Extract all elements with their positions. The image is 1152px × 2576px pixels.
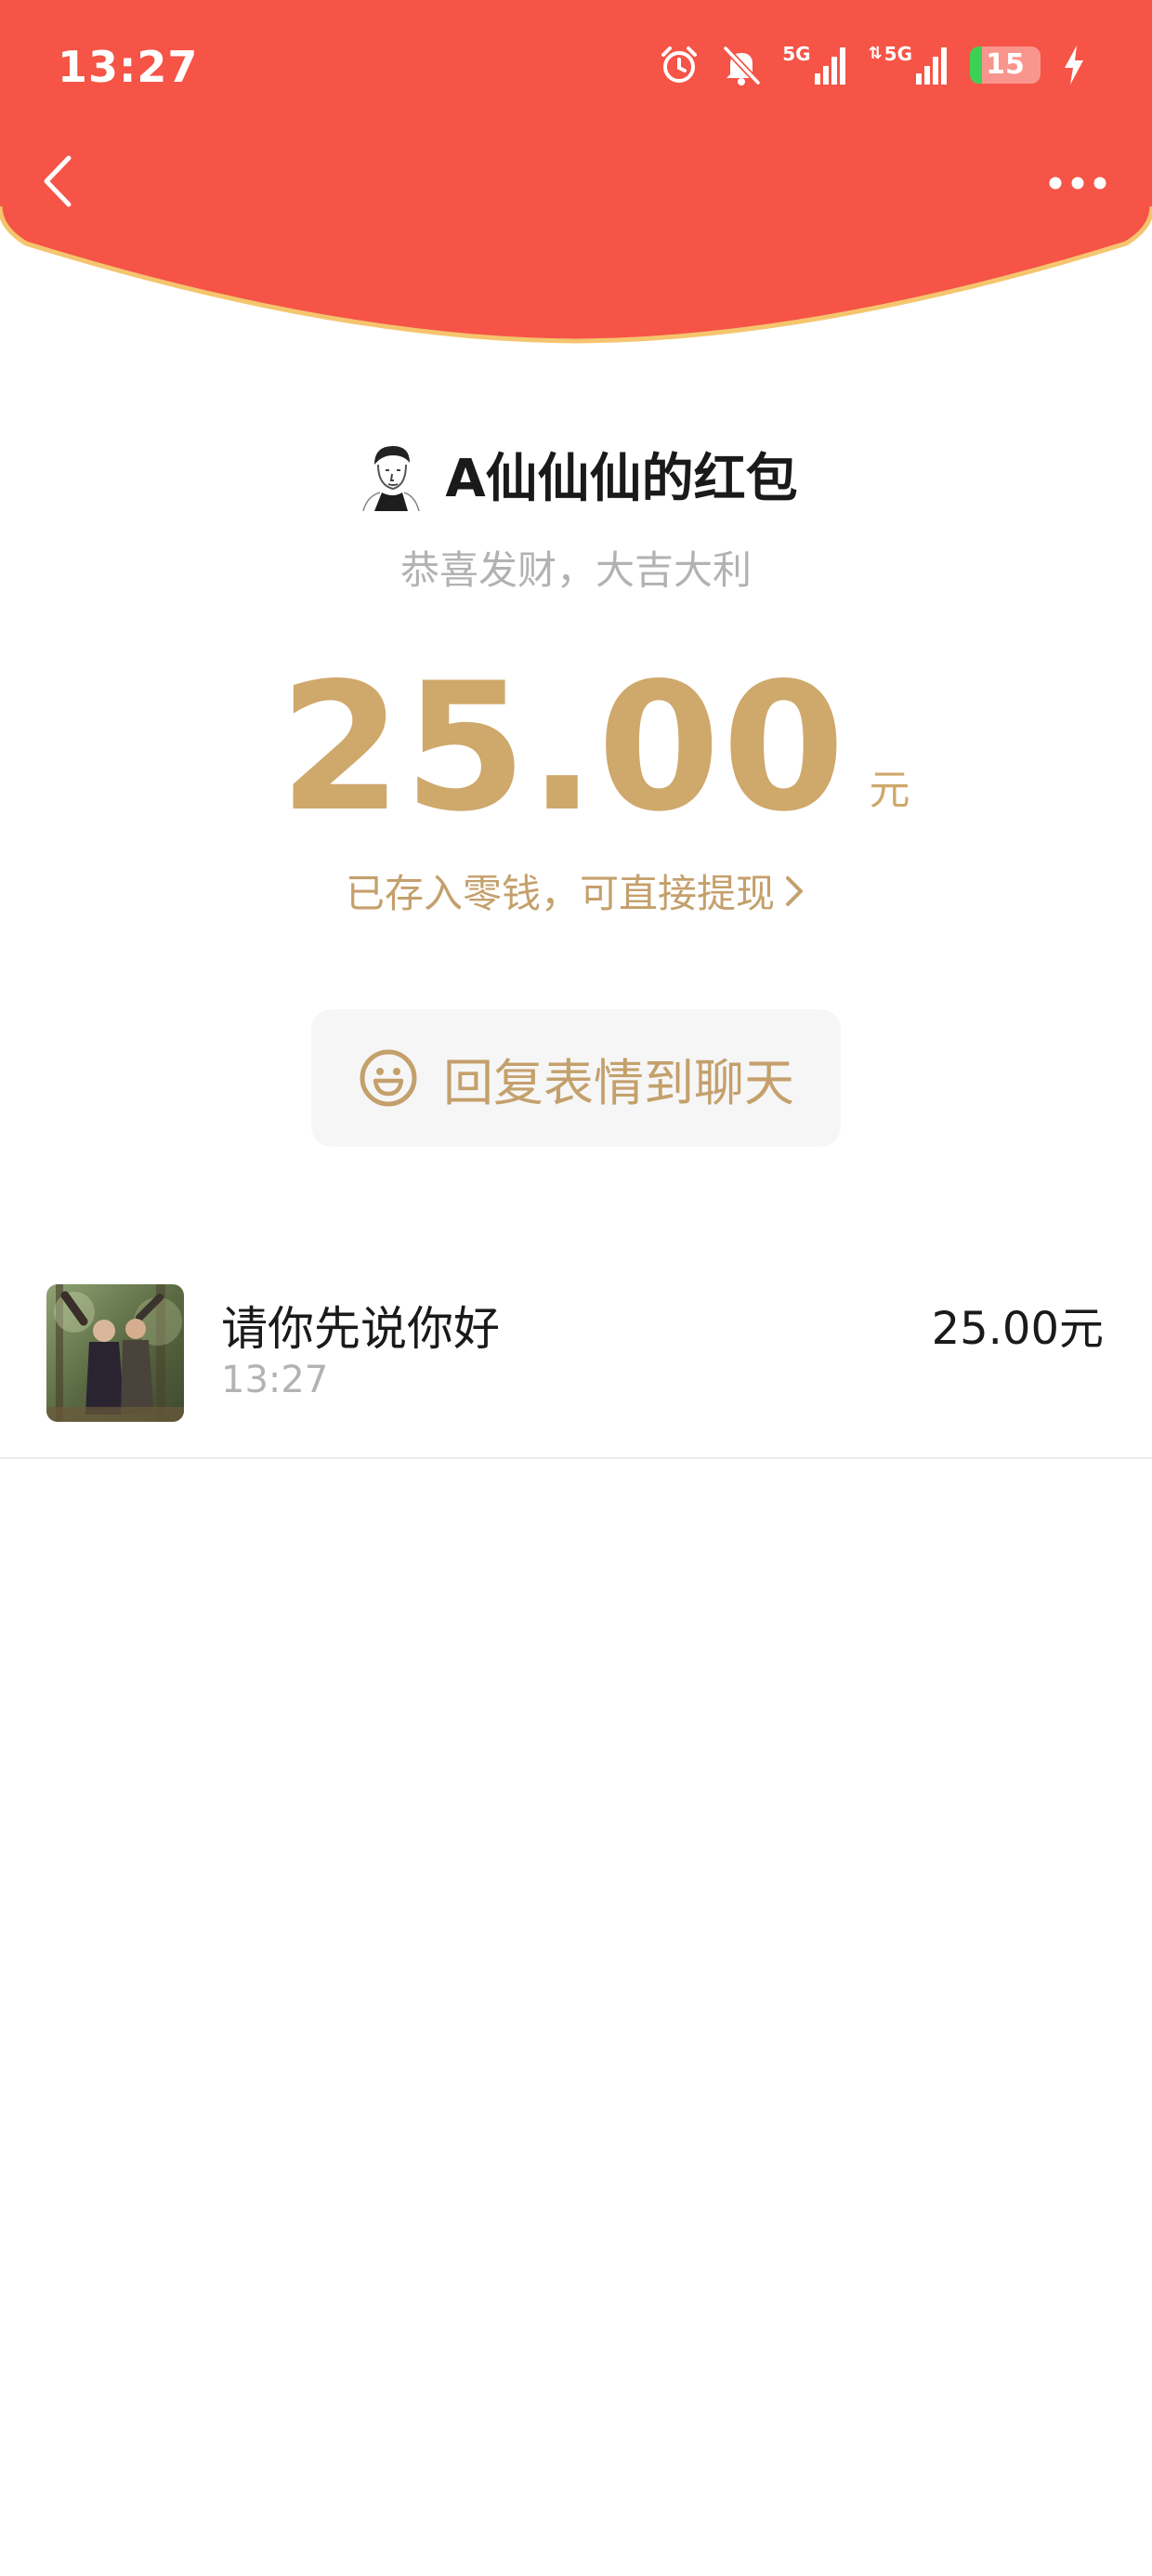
signal-icon-1: 5G — [782, 44, 847, 86]
reply-button-label: 回复表情到聊天 — [443, 1053, 794, 1112]
chevron-left-icon — [44, 155, 72, 207]
status-icons: 5G ⇅ 5G 15 — [658, 37, 1087, 93]
back-button[interactable] — [28, 149, 93, 214]
battery-icon: 15 — [970, 46, 1041, 84]
amount-value: 25.00 — [279, 645, 847, 850]
change-notice-text: 已存入零钱，可直接提现 — [345, 871, 775, 916]
data-arrows-icon: ⇅ — [868, 44, 883, 63]
charging-icon — [1061, 44, 1087, 86]
record-time: 13:27 — [221, 1359, 329, 1401]
more-dots-icon — [1049, 177, 1106, 190]
record-message: 请你先说你好 — [221, 1302, 500, 1356]
sketch-portrait-icon — [354, 437, 429, 511]
avatar[interactable] — [46, 1284, 184, 1422]
amount-row: 25.00 元 — [0, 651, 1152, 836]
sender-title: A仙仙仙的红包 — [445, 448, 798, 509]
status-time: 13:27 — [58, 42, 199, 92]
reply-sticker-button[interactable]: 回复表情到聊天 — [311, 1009, 841, 1147]
sender-avatar[interactable] — [354, 437, 429, 511]
network-type-label: 5G — [884, 43, 912, 65]
list-item[interactable]: 请你先说你好 13:27 25.00元 — [0, 1264, 1152, 1459]
network-type-label: 5G — [782, 43, 811, 65]
forest-photo-icon — [46, 1284, 184, 1422]
signal-icon-2: ⇅ 5G — [869, 44, 949, 86]
greeting-text: 恭喜发财，大吉大利 — [399, 547, 752, 593]
chevron-right-icon — [786, 875, 803, 906]
mute-bell-icon — [721, 44, 762, 86]
smiley-icon — [360, 1049, 417, 1107]
record-amount: 25.00元 — [931, 1303, 1104, 1355]
change-wallet-link[interactable]: 已存入零钱，可直接提现 — [0, 862, 1152, 919]
sender-row: A仙仙仙的红包 — [0, 437, 1152, 511]
battery-level: 15 — [986, 48, 1025, 81]
amount-unit: 元 — [869, 767, 910, 814]
status-bar: 13:27 5G ⇅ 5G 15 — [0, 0, 1152, 139]
more-button[interactable] — [1041, 153, 1115, 209]
alarm-icon — [658, 44, 700, 86]
